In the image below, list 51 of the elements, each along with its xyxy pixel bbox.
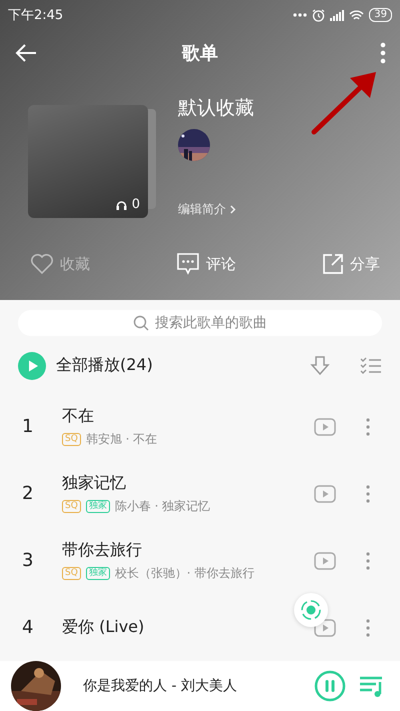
song-title[interactable]: 不在	[62, 406, 94, 426]
download-icon[interactable]	[310, 354, 330, 377]
more-icon[interactable]	[366, 618, 370, 636]
play-count: 0	[132, 197, 140, 212]
song-tag: SQ	[62, 432, 81, 446]
back-arrow-icon[interactable]	[14, 42, 38, 62]
multi-select-icon[interactable]	[360, 356, 382, 375]
playlist-icon[interactable]	[358, 674, 384, 698]
signal-icon	[330, 10, 344, 20]
search-icon	[133, 315, 149, 332]
dots-icon	[293, 12, 308, 18]
song-tag: SQ	[62, 566, 81, 580]
more-icon[interactable]	[366, 552, 370, 570]
comment-icon	[176, 252, 200, 276]
song-artist: 韩安旭 · 不在	[86, 430, 158, 448]
song-title[interactable]: 带你去旅行	[62, 540, 142, 560]
playlist-name: 默认收藏	[178, 96, 254, 121]
song-artist: 陈小春 · 独家记忆	[114, 498, 210, 514]
more-icon[interactable]	[366, 418, 370, 436]
heart-icon	[30, 253, 54, 275]
video-icon[interactable]	[314, 418, 336, 436]
play-all-label[interactable]: 全部播放(24)	[56, 355, 300, 376]
battery-indicator: 39	[369, 8, 392, 22]
song-tag: 独家	[86, 500, 110, 512]
locate-button[interactable]	[294, 593, 328, 627]
video-icon[interactable]	[314, 484, 336, 502]
song-tag: SQ	[62, 500, 81, 512]
song-number: 4	[22, 617, 34, 638]
search-field[interactable]: 搜索此歌单的歌曲	[18, 310, 382, 336]
chevron-right-icon	[230, 205, 236, 214]
headphones-icon	[116, 200, 127, 210]
song-title[interactable]: 爱你 (Live)	[62, 617, 144, 638]
more-icon[interactable]	[380, 42, 386, 64]
song-number: 3	[22, 550, 34, 571]
locate-icon	[300, 599, 322, 621]
playlist-cover[interactable]: 0	[28, 105, 148, 218]
wifi-icon	[349, 10, 364, 20]
video-icon[interactable]	[314, 552, 336, 570]
page-title: 歌单	[182, 42, 218, 64]
song-artist: 校长（张驰）· 带你去旅行	[114, 564, 254, 582]
now-playing-title: 你是我爱的人 - 刘大美人	[83, 677, 238, 695]
more-icon[interactable]	[366, 484, 370, 502]
song-title[interactable]: 独家记忆	[62, 472, 126, 494]
alarm-icon	[312, 8, 326, 22]
play-all-icon[interactable]	[18, 352, 46, 380]
pause-button[interactable]	[314, 670, 346, 702]
status-time: 下午2:45	[8, 7, 64, 24]
song-number: 1	[22, 416, 34, 437]
song-number: 2	[22, 483, 34, 504]
song-tag: 独家	[86, 566, 110, 580]
share-icon	[322, 253, 344, 275]
